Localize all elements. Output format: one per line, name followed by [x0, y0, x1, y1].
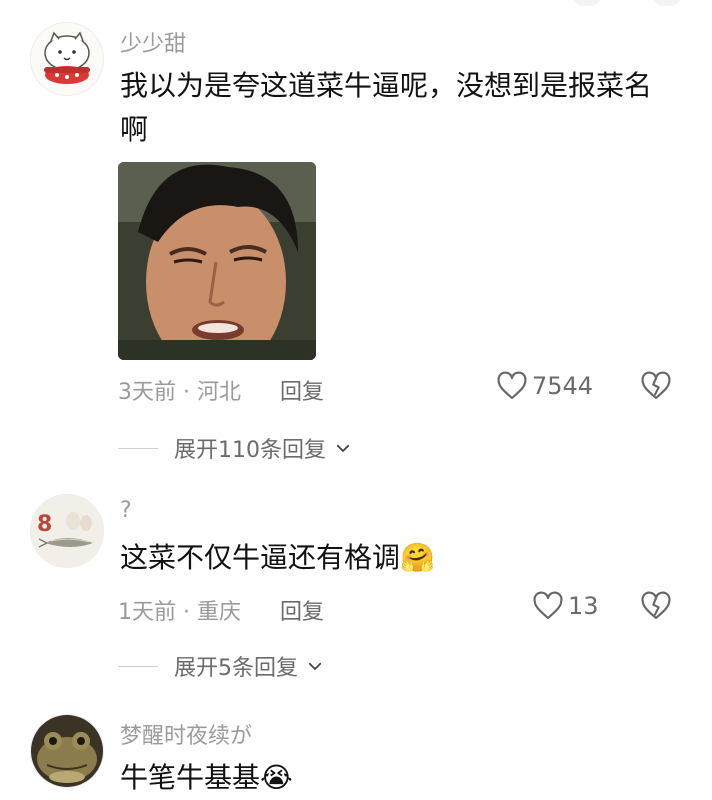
comment-location: 河北	[197, 380, 242, 405]
comment-time: 1天前	[118, 600, 176, 625]
divider	[118, 665, 158, 667]
separator: ·	[183, 380, 190, 405]
broken-heart-icon	[641, 371, 671, 400]
like-count: 13	[568, 592, 599, 620]
dislike-button[interactable]	[640, 590, 672, 626]
like-button[interactable]: 7544	[496, 370, 593, 402]
chevron-down-icon	[336, 444, 350, 452]
cat-avatar-icon	[31, 23, 103, 95]
avatar[interactable]: 8	[30, 494, 104, 568]
expand-replies-label: 展开5条回复	[174, 656, 298, 681]
comment-text: 这菜不仅牛逼还有格调🤗	[120, 536, 660, 580]
like-button[interactable]: 13	[532, 590, 599, 622]
face-photo-icon	[118, 162, 316, 360]
username[interactable]: ?	[120, 498, 132, 523]
expand-replies-label: 展开110条回复	[174, 438, 326, 463]
username[interactable]: 梦醒时夜续が	[120, 718, 252, 750]
comment-location: 重庆	[197, 600, 242, 625]
like-count: 7544	[532, 372, 594, 400]
expand-replies[interactable]: 展开110条回复	[118, 432, 352, 464]
chevron-down-icon	[308, 662, 322, 670]
separator: ·	[183, 600, 190, 625]
reply-button[interactable]: 回复	[280, 380, 324, 405]
divider	[118, 447, 158, 449]
heart-icon	[533, 591, 563, 620]
shrimp-avatar-icon: 8	[31, 495, 103, 567]
comment-item: 8 ? 这菜不仅牛逼还有格调🤗 1天前 · 重庆 回复 13 展开5条回复	[0, 490, 712, 690]
frog-avatar-icon	[31, 715, 103, 787]
hug-emoji-icon: 🤗	[400, 541, 435, 574]
comment-text-content: 这菜不仅牛逼还有格调	[120, 541, 401, 574]
reply-button[interactable]: 回复	[280, 600, 324, 625]
username[interactable]: 少少甜	[120, 26, 186, 58]
meme-image[interactable]	[118, 162, 316, 360]
dislike-button[interactable]	[640, 370, 672, 406]
comment-text: 我以为是夸这道菜牛逼呢，没想到是报菜名啊	[120, 69, 653, 146]
heart-icon	[497, 371, 527, 400]
broken-heart-icon	[641, 591, 671, 620]
comment-text: 牛笔牛基基😭	[120, 756, 660, 800]
svg-text:8: 8	[37, 512, 52, 537]
expand-replies[interactable]: 展开5条回复	[118, 650, 324, 682]
avatar[interactable]	[30, 22, 104, 96]
avatar[interactable]	[30, 714, 104, 788]
crying-emoji-icon: 😭	[260, 761, 293, 794]
comment-item: 梦醒时夜续が 牛笔牛基基😭	[0, 710, 712, 800]
comment-text-content: 牛笔牛基基	[120, 761, 261, 794]
comment-meta: 1天前 · 重庆 回复	[118, 594, 324, 626]
comment-time: 3天前	[118, 380, 176, 405]
comment-meta: 3天前 · 河北 回复	[118, 374, 324, 406]
comment-item: 少少甜 我以为是夸这道菜牛逼呢，没想到是报菜名啊 3天前 · 河北 回复 754…	[0, 0, 712, 470]
